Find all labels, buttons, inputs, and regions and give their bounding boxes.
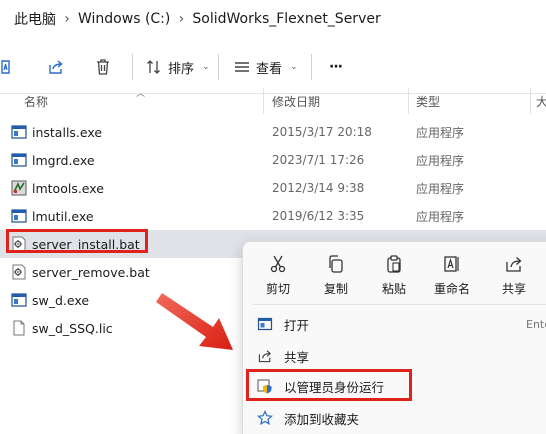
quick-action-label: 复制 bbox=[323, 282, 348, 296]
quick-action-copy[interactable]: 复制 bbox=[313, 252, 359, 298]
file-row[interactable]: lmutil.exe 2019/6/12 3:35 应用程序 bbox=[0, 202, 546, 230]
file-name: server_remove.bat bbox=[32, 264, 150, 280]
chevron-down-icon: ⌄ bbox=[202, 62, 210, 72]
quick-action-scissors[interactable]: 剪切 bbox=[255, 252, 301, 298]
breadcrumb-current-folder[interactable]: SolidWorks_Flexnet_Server bbox=[192, 11, 380, 27]
file-name: lmtools.exe bbox=[32, 180, 104, 196]
file-type: 应用程序 bbox=[416, 181, 465, 196]
exe-icon bbox=[11, 124, 27, 140]
share-icon bbox=[49, 60, 63, 74]
quick-action-rename[interactable]: 重命名 bbox=[429, 252, 475, 298]
breadcrumb-separator: › bbox=[178, 11, 185, 27]
column-header: ︿ 名称 修改日期 类型 大 bbox=[0, 86, 546, 116]
breadcrumb: 此电脑 › Windows (C:) › SolidWorks_Flexnet_… bbox=[0, 0, 546, 38]
sort-icon bbox=[147, 60, 160, 74]
toolbar-separator bbox=[311, 54, 312, 80]
file-row[interactable]: lmtools.exe 2012/3/14 9:38 应用程序 bbox=[0, 174, 546, 202]
column-size[interactable]: 大 bbox=[536, 86, 546, 116]
menu-item-label: 添加到收藏夹 bbox=[284, 411, 360, 427]
file-name: sw_d_SSQ.lic bbox=[32, 320, 113, 336]
file-name: lmutil.exe bbox=[32, 208, 94, 224]
file-highlight-box bbox=[6, 229, 148, 253]
menu-highlight-box bbox=[246, 369, 412, 401]
view-label: 查看 bbox=[256, 61, 283, 77]
file-name: sw_d.exe bbox=[32, 292, 90, 308]
column-date[interactable]: 修改日期 bbox=[272, 86, 320, 116]
context-menu: 剪切复制粘贴重命名共享 打开Ente共享以管理员身份运行添加到收藏夹 bbox=[242, 241, 546, 434]
quick-action-label: 重命名 bbox=[433, 282, 470, 296]
column-name[interactable]: 名称 bbox=[24, 86, 48, 116]
toolbar-delete-button[interactable] bbox=[94, 56, 112, 78]
menu-item-label: 打开 bbox=[284, 317, 310, 333]
share-icon bbox=[504, 252, 524, 274]
context-menu-divider bbox=[253, 304, 546, 305]
quick-action-share[interactable]: 共享 bbox=[491, 252, 537, 298]
lmtools-icon bbox=[11, 180, 27, 196]
menu-item-label: 共享 bbox=[284, 349, 310, 365]
sort-ascending-icon: ︿ bbox=[136, 89, 146, 99]
toolbar-view-button[interactable]: 查看 ⌄ bbox=[234, 56, 298, 78]
column-divider[interactable] bbox=[263, 88, 264, 114]
breadcrumb-drive-c[interactable]: Windows (C:) bbox=[78, 11, 170, 27]
view-icon bbox=[235, 62, 249, 72]
file-type: 应用程序 bbox=[416, 153, 465, 168]
column-divider[interactable] bbox=[408, 88, 409, 114]
file-date: 2015/3/17 20:18 bbox=[272, 125, 372, 139]
breadcrumb-this-pc[interactable]: 此电脑 bbox=[14, 9, 56, 29]
file-icon bbox=[11, 320, 27, 336]
more-icon: ··· bbox=[329, 59, 343, 75]
scissors-icon bbox=[268, 252, 288, 274]
trash-icon bbox=[97, 59, 109, 75]
context-menu-quick-actions: 剪切 复制 粘贴 重命名 共享 bbox=[243, 242, 546, 304]
toolbar-share-button[interactable] bbox=[47, 56, 65, 78]
quick-action-label: 粘贴 bbox=[381, 282, 406, 296]
file-row[interactable]: installs.exe 2015/3/17 20:18 应用程序 bbox=[0, 118, 546, 146]
exe-icon bbox=[11, 208, 27, 224]
column-type-label: 类型 bbox=[416, 94, 441, 109]
column-date-label: 修改日期 bbox=[272, 94, 321, 109]
paste-icon bbox=[384, 252, 404, 274]
toolbar-sort-button[interactable]: 排序 ⌄ bbox=[146, 56, 210, 78]
exe-icon bbox=[11, 292, 27, 308]
chevron-down-icon: ⌄ bbox=[290, 62, 298, 72]
column-name-label: 名称 bbox=[24, 94, 49, 109]
file-date: 2019/6/12 3:35 bbox=[272, 209, 365, 223]
file-row[interactable]: lmgrd.exe 2023/7/1 17:26 应用程序 bbox=[0, 146, 546, 174]
file-date: 2023/7/1 17:26 bbox=[272, 153, 365, 167]
exe-icon bbox=[11, 152, 27, 168]
menu-item-star[interactable]: 添加到收藏夹 bbox=[243, 404, 546, 432]
rename-icon bbox=[1, 60, 10, 74]
menu-item-shortcut: Ente bbox=[526, 317, 546, 331]
toolbar-more-button[interactable]: ··· bbox=[329, 56, 343, 78]
toolbar-rename-button[interactable] bbox=[0, 56, 16, 78]
menu-item-open[interactable]: 打开 Ente bbox=[243, 310, 546, 338]
file-type: 应用程序 bbox=[416, 125, 465, 140]
toolbar-separator bbox=[218, 54, 219, 80]
rename-icon bbox=[442, 252, 462, 274]
toolbar-separator bbox=[132, 54, 133, 80]
quick-action-paste[interactable]: 粘贴 bbox=[371, 252, 417, 298]
column-type[interactable]: 类型 bbox=[416, 86, 440, 116]
quick-action-label: 共享 bbox=[501, 282, 526, 296]
breadcrumb-separator: › bbox=[64, 11, 70, 27]
copy-icon bbox=[326, 252, 346, 274]
column-divider[interactable] bbox=[530, 88, 531, 114]
file-type: 应用程序 bbox=[416, 209, 465, 224]
menu-item-share[interactable]: 共享 bbox=[243, 342, 546, 370]
sort-label: 排序 bbox=[168, 61, 195, 77]
file-name: lmgrd.exe bbox=[32, 152, 95, 168]
file-name: installs.exe bbox=[32, 124, 103, 140]
quick-action-label: 剪切 bbox=[265, 282, 290, 296]
bat-icon bbox=[11, 264, 27, 280]
column-size-label: 大 bbox=[536, 94, 546, 109]
file-date: 2012/3/14 9:38 bbox=[272, 181, 365, 195]
